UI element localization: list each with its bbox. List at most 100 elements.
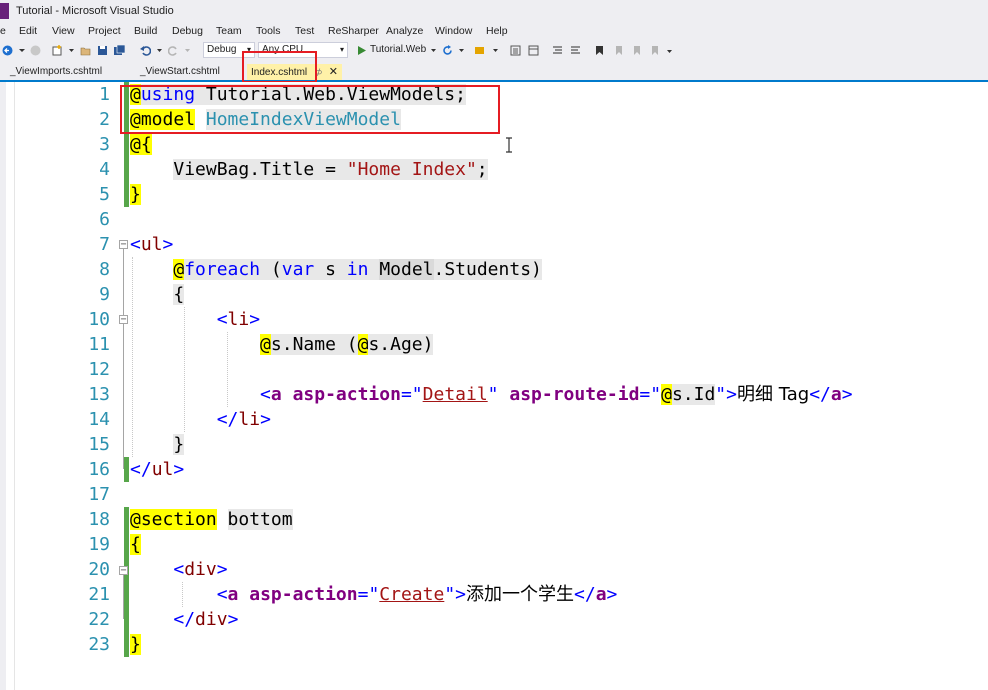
code-line-21[interactable]: <a asp-action="Create">添加一个学生</a>	[130, 582, 618, 607]
code-line-5[interactable]: }	[130, 182, 141, 207]
save-icon[interactable]	[97, 45, 108, 56]
code-line-8[interactable]: @foreach (var s in Model.Students)	[130, 257, 542, 282]
solution-configuration-value: Debug	[207, 44, 237, 55]
code-line-23[interactable]: }	[130, 632, 141, 657]
collapse-region-icon[interactable]: −	[119, 315, 128, 325]
dropdown-arrow-icon[interactable]	[154, 45, 165, 56]
clear-bookmarks-icon[interactable]	[648, 45, 659, 56]
menu-test[interactable]: Test	[295, 25, 314, 37]
tab-viewstart[interactable]: _ViewStart.cshtml	[136, 64, 224, 80]
uncomment-icon[interactable]	[570, 45, 581, 56]
code-line-18[interactable]: @section bottom	[130, 507, 293, 532]
solution-explorer-icon[interactable]	[510, 45, 521, 56]
menu-debug[interactable]: Debug	[172, 25, 203, 37]
code-line-4[interactable]: ViewBag.Title = "Home Index";	[130, 157, 488, 182]
new-project-icon[interactable]	[52, 45, 63, 56]
tag-bracket: >	[841, 384, 853, 405]
code-text: .Students)	[433, 259, 542, 280]
tag-bracket: <	[216, 309, 228, 330]
code-line-16[interactable]: </ul>	[130, 457, 184, 482]
code-text: ;	[476, 159, 488, 180]
code-brace: }	[173, 434, 185, 455]
code-text	[368, 259, 380, 280]
menu-edit[interactable]: Edit	[19, 25, 37, 37]
tag-bracket: >	[455, 584, 467, 605]
dropdown-arrow-icon[interactable]	[17, 45, 28, 56]
menu-team[interactable]: Team	[216, 25, 242, 37]
redo-icon[interactable]	[168, 45, 179, 56]
code-line-7[interactable]: <ul>	[130, 232, 173, 257]
dropdown-arrow-icon[interactable]	[428, 45, 439, 56]
menu-build[interactable]: Build	[134, 25, 157, 37]
tag-name: div	[184, 559, 217, 580]
save-all-icon[interactable]	[114, 45, 125, 56]
collapse-region-icon[interactable]: −	[119, 240, 128, 250]
dropdown-arrow-icon[interactable]	[456, 45, 467, 56]
refresh-icon[interactable]	[442, 45, 453, 56]
code-text: ViewBag.Title =	[173, 159, 347, 180]
tag-helper-name: a	[270, 384, 282, 405]
menu-window[interactable]: Window	[435, 25, 472, 37]
quote: "	[650, 384, 662, 405]
comment-out-icon[interactable]	[552, 45, 563, 56]
menu-view[interactable]: View	[52, 25, 75, 37]
code-line-22[interactable]: </div>	[130, 607, 238, 632]
razor-at: @	[661, 384, 672, 405]
menu-tools[interactable]: Tools	[256, 25, 281, 37]
next-bookmark-icon[interactable]	[630, 45, 641, 56]
forward-icon[interactable]	[30, 45, 41, 56]
code-line-15[interactable]: }	[130, 432, 185, 457]
browser-link-icon[interactable]	[474, 45, 485, 56]
menu-file-partial[interactable]: e	[0, 25, 6, 37]
close-tab-icon[interactable]: ✕	[329, 64, 338, 80]
line-number: 10	[88, 309, 110, 330]
code-text: s.Age)	[368, 334, 434, 355]
menu-help[interactable]: Help	[486, 25, 508, 37]
undo-icon[interactable]	[140, 45, 151, 56]
keyword: var	[281, 259, 315, 280]
start-target-label[interactable]: Tutorial.Web	[370, 44, 426, 58]
code-line-10[interactable]: <li>	[130, 307, 260, 332]
text-cursor-icon	[506, 137, 512, 153]
code-line-3[interactable]: @{	[130, 132, 152, 157]
code-text: s	[314, 259, 347, 280]
menu-project[interactable]: Project	[88, 25, 121, 37]
dropdown-arrow-icon[interactable]	[66, 45, 77, 56]
line-number: 22	[88, 609, 110, 630]
menu-resharper[interactable]: ReSharper	[328, 25, 379, 37]
toolbar-overflow-icon[interactable]	[664, 45, 675, 56]
bookmark-icon[interactable]	[594, 45, 605, 56]
code-line-11[interactable]: @s.Name (@s.Age)	[130, 332, 434, 357]
dropdown-arrow-icon[interactable]	[182, 45, 193, 56]
tab-viewimports[interactable]: _ViewImports.cshtml	[6, 64, 106, 80]
open-file-icon[interactable]	[80, 45, 91, 56]
changed-lines-marker	[124, 507, 129, 657]
quote: "	[368, 584, 380, 605]
back-icon[interactable]	[2, 45, 13, 56]
fold-region-line	[123, 575, 124, 619]
code-line-9[interactable]: {	[130, 282, 185, 307]
line-number: 21	[88, 584, 110, 605]
standard-toolbar: Debug ▾ Any CPU ▾ Tutorial.Web	[0, 40, 988, 62]
code-line-19[interactable]: {	[130, 532, 141, 557]
properties-icon[interactable]	[528, 45, 539, 56]
dropdown-arrow-icon[interactable]	[490, 45, 501, 56]
menu-analyze[interactable]: Analyze	[386, 25, 423, 37]
code-line-13[interactable]: <a asp-action="Detail" asp-route-id="@s.…	[130, 382, 853, 407]
previous-bookmark-icon[interactable]	[612, 45, 623, 56]
code-line-14[interactable]: </li>	[130, 407, 271, 432]
code-line-20[interactable]: <div>	[130, 557, 227, 582]
quote: "	[715, 384, 727, 405]
quote: "	[411, 384, 423, 405]
tag-bracket: </	[130, 459, 152, 480]
start-debugging-icon[interactable]	[356, 45, 367, 56]
collapse-region-icon[interactable]: −	[119, 566, 128, 576]
code-editor[interactable]: − − − 1 2 3 4 5 6 7 8 9 10 11 12 13 14 1…	[6, 82, 988, 690]
equals: =	[400, 384, 412, 405]
link-text: 添加一个学生	[466, 584, 575, 605]
